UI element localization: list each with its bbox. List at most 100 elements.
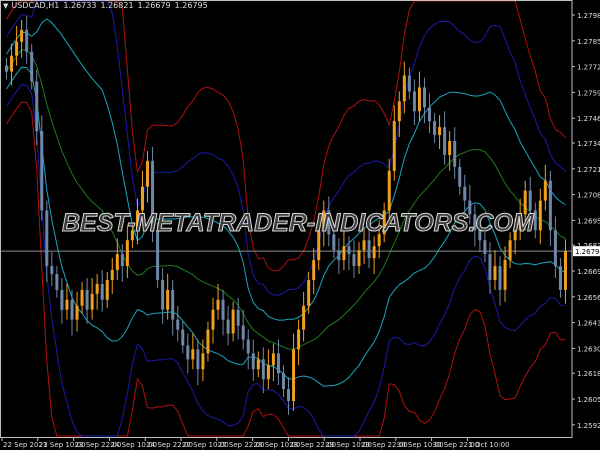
candle-body [20, 29, 24, 42]
candle-body [402, 75, 406, 102]
ohlc-close: 1.26795 [174, 1, 208, 10]
y-tick-label: 1.27725 [577, 64, 600, 72]
candle-body [508, 240, 512, 261]
current-price-label: 1.26795 [575, 248, 600, 256]
candle-body [251, 353, 255, 370]
y-tick-label: 1.27985 [577, 12, 600, 20]
y-tick-label: 1.27595 [577, 89, 600, 97]
candle-body [241, 325, 245, 340]
candle-body [95, 283, 99, 294]
candle-body [352, 254, 356, 267]
candle-body [458, 166, 462, 187]
candle-body [181, 329, 185, 346]
candle-body [503, 260, 507, 290]
candle-body [25, 29, 29, 52]
candle-body [498, 266, 502, 290]
candle-body [417, 87, 421, 112]
candle-body [256, 359, 260, 370]
middle-lower-band [6, 84, 566, 437]
candle-body [347, 246, 351, 255]
y-tick-label: 1.26050 [577, 396, 600, 404]
candle-body [186, 345, 190, 360]
candle-body [548, 180, 552, 231]
ohlc-high: 1.26821 [100, 1, 134, 10]
candle-body [543, 180, 547, 201]
candle-body [533, 210, 537, 231]
candle-body [297, 329, 301, 350]
y-tick-label: 1.27210 [577, 166, 600, 174]
candle-body [30, 51, 34, 82]
moving-average-line [6, 49, 566, 350]
chart-window: 1.27985 1.27855 1.27725 1.27595 1.27465 1.273… [0, 0, 600, 450]
candle-body [448, 141, 452, 155]
candle-body [60, 289, 64, 310]
candle-body [246, 339, 250, 354]
candle-body [558, 266, 562, 290]
candle-body [201, 353, 205, 370]
candle-body [463, 186, 467, 201]
candle-body [45, 210, 49, 267]
candle-body [281, 373, 285, 390]
candle-body [362, 240, 366, 251]
y-tick-label: 1.26695 [577, 268, 600, 276]
y-tick-label: 1.26305 [577, 345, 600, 353]
candle-body [312, 260, 316, 280]
dropdown-triangle-icon[interactable]: ▼ [3, 2, 8, 10]
symbol-label: USDCAD,H1 [11, 1, 60, 10]
candle-body [206, 329, 210, 354]
candle-body [125, 240, 129, 267]
candle-body [493, 266, 497, 280]
inner-upper-band [6, 18, 566, 321]
candle-body [166, 289, 170, 310]
candle-body [443, 127, 447, 155]
candle-body [176, 319, 180, 330]
candle-body [397, 101, 401, 122]
watermark: BEST-METATRADER-INDICATORS.COM [62, 209, 535, 238]
candle-body [483, 240, 487, 255]
candle-body [105, 279, 109, 300]
candle-body [80, 289, 84, 306]
candle-body [171, 289, 175, 320]
ohlc-low: 1.26679 [137, 1, 171, 10]
candle-body [236, 309, 240, 326]
candle-body [211, 309, 215, 330]
candle-body [120, 254, 124, 267]
ohlc-open: 1.26733 [63, 1, 97, 10]
candle-body [146, 160, 150, 187]
candle-body [65, 299, 69, 310]
candle-body [216, 299, 220, 310]
candle-body [553, 230, 557, 267]
chart-header: ▼ USDCAD,H1 1.26733 1.26821 1.26679 1.26795 [3, 1, 212, 10]
candle-body [226, 319, 230, 334]
candle-body [538, 200, 542, 231]
candle-body [357, 250, 361, 267]
candle-body [392, 121, 396, 171]
candle-body [221, 299, 225, 320]
candle-body [387, 170, 391, 211]
candle-body [85, 289, 89, 310]
candle-body [302, 305, 306, 330]
candle-body [90, 293, 94, 310]
candle-body [35, 81, 39, 132]
y-tick-label: 1.26435 [577, 320, 600, 328]
candle-body [276, 353, 280, 374]
candle-body [453, 141, 457, 167]
candle-body [55, 273, 59, 290]
candle-body [110, 270, 114, 280]
y-tick-label: 1.27340 [577, 140, 600, 148]
candle-body [10, 55, 14, 72]
candle-body [372, 246, 376, 259]
y-tick-label: 1.27855 [577, 38, 600, 46]
candle-body [261, 359, 265, 380]
candle-body [70, 299, 74, 320]
y-tick-label: 1.25920 [577, 422, 600, 430]
candle-body [307, 279, 311, 306]
candle-body [563, 251, 567, 290]
candle-body [412, 91, 416, 112]
candle-body [342, 246, 346, 261]
candle-body [161, 279, 165, 310]
outer-lower-band [6, 101, 566, 437]
y-tick-label: 1.27465 [577, 115, 600, 123]
candle-body [337, 250, 341, 261]
candle-body [115, 254, 119, 271]
